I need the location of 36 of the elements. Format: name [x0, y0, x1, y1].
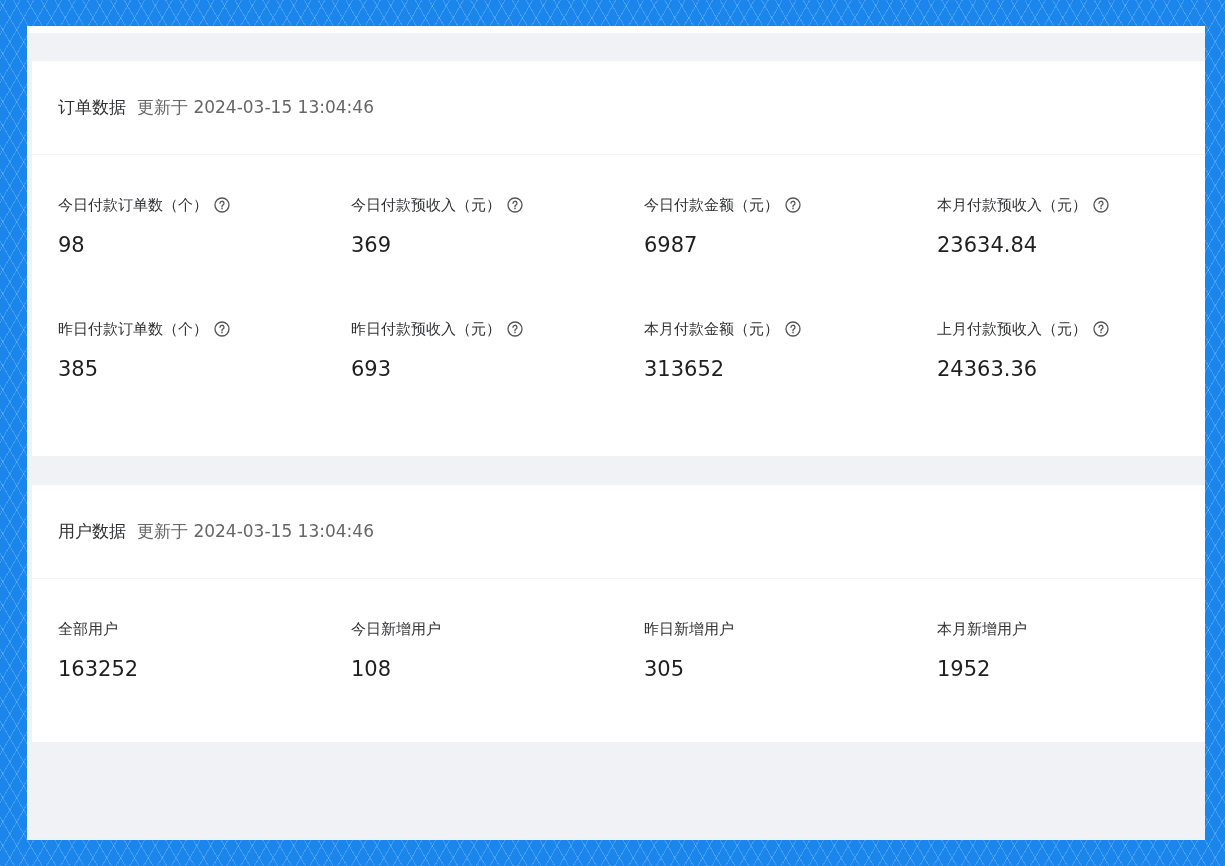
- stat-value: 1952: [937, 656, 991, 682]
- stat-value: 163252: [58, 656, 139, 682]
- card-title: 用户数据: [58, 520, 126, 543]
- help-icon[interactable]: [1093, 321, 1109, 337]
- help-icon[interactable]: [507, 197, 523, 213]
- stat-value: 98: [58, 232, 85, 258]
- stat-value: 693: [351, 356, 392, 382]
- stat-value: 23634.84: [937, 232, 1038, 258]
- stat-label: 本月付款预收入（元）: [937, 195, 1087, 215]
- stat-value: 6987: [644, 232, 698, 258]
- update-time: 更新于 2024-03-15 13:04:46: [137, 96, 374, 119]
- stat-value: 24363.36: [937, 356, 1038, 382]
- stat-label: 本月新增用户: [937, 619, 1027, 639]
- stat-value: 313652: [644, 356, 725, 382]
- stat-label: 全部用户: [58, 619, 118, 639]
- help-icon[interactable]: [785, 197, 801, 213]
- stat-label: 今日付款金额（元）: [644, 195, 779, 215]
- stat-label: 上月付款预收入（元）: [937, 319, 1087, 339]
- stat-label: 今日新增用户: [351, 619, 441, 639]
- help-icon[interactable]: [785, 321, 801, 337]
- stat-value: 385: [58, 356, 99, 382]
- stat-label: 今日付款预收入（元）: [351, 195, 501, 215]
- help-icon[interactable]: [1093, 197, 1109, 213]
- help-icon[interactable]: [214, 321, 230, 337]
- update-time: 更新于 2024-03-15 13:04:46: [137, 520, 374, 543]
- help-icon[interactable]: [507, 321, 523, 337]
- stat-label: 昨日付款预收入（元）: [351, 319, 501, 339]
- help-icon[interactable]: [214, 197, 230, 213]
- stat-value: 108: [351, 656, 392, 682]
- stat-value: 369: [351, 232, 392, 258]
- stat-label: 昨日新增用户: [644, 619, 734, 639]
- card-title: 订单数据: [58, 96, 126, 119]
- stat-label: 今日付款订单数（个）: [58, 195, 208, 215]
- stat-label: 本月付款金额（元）: [644, 319, 779, 339]
- stat-value: 305: [644, 656, 685, 682]
- stat-label: 昨日付款订单数（个）: [58, 319, 208, 339]
